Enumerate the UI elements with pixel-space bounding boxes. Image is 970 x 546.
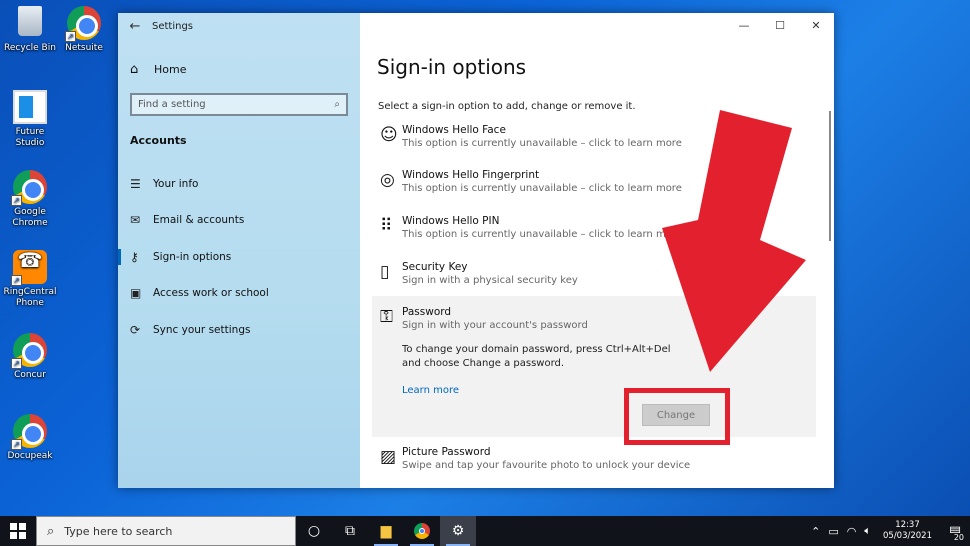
sidebar-item-label: Email & accounts	[153, 214, 245, 226]
search-placeholder: Find a setting	[138, 99, 206, 110]
option-picture-password[interactable]: ▨ Picture Password Swipe and tap your fa…	[372, 445, 816, 473]
taskbar: ⌕ Type here to search ○ ⧉ ▆ ⚙ ⌃ ▭ ◠ 🔈︎ 1…	[0, 516, 970, 546]
option-title: Security Key	[402, 261, 468, 273]
chrome-icon: ↗	[11, 333, 47, 369]
shortcut-arrow-icon: ↗	[11, 439, 22, 450]
task-view-button[interactable]: ⧉	[332, 516, 368, 546]
option-subtitle: Swipe and tap your favourite photo to un…	[402, 460, 691, 471]
desktop-icon-label: Google Chrome	[12, 207, 48, 228]
shortcut-arrow-icon: ↗	[65, 31, 76, 42]
sidebar-item-sign-in-options[interactable]: ⚷ Sign-in options	[118, 247, 360, 267]
gear-icon: ⚙	[451, 523, 465, 539]
key-icon: ⚷	[130, 250, 139, 264]
sidebar-item-label: Your info	[153, 178, 199, 190]
clock-time: 12:37	[895, 520, 920, 530]
desktop-icon-label: Docupeak	[7, 451, 53, 461]
annotation-arrow	[662, 110, 806, 372]
home-nav[interactable]: ⌂ Home	[130, 60, 186, 78]
arrow-shape	[662, 110, 806, 372]
home-label: Home	[154, 62, 187, 76]
battery-icon[interactable]: ▭	[824, 525, 842, 538]
desktop-icon-future-studio[interactable]: Future Studio	[0, 90, 60, 149]
desktop-icon-concur[interactable]: ↗ Concur	[0, 333, 60, 381]
back-arrow-icon[interactable]: ←	[118, 19, 152, 34]
chrome-taskbar-button[interactable]	[404, 516, 440, 546]
title-bar: ← Settings	[118, 13, 360, 39]
desktop-icon-label: Concur	[14, 370, 46, 380]
sync-icon: ⟳	[130, 323, 141, 337]
section-heading: Accounts	[130, 134, 187, 147]
cortana-button[interactable]: ○	[296, 516, 332, 546]
scrollbar[interactable]	[829, 111, 831, 241]
chrome-icon: ↗	[65, 6, 101, 42]
sidebar-item-label: Sign-in options	[153, 251, 232, 263]
taskbar-search-placeholder: Type here to search	[64, 524, 173, 538]
settings-sidebar: ← Settings ⌂ Home Find a setting ⌕ Accou…	[118, 13, 360, 488]
briefcase-icon: ▣	[130, 286, 142, 300]
option-subtitle: Sign in with a physical security key	[402, 275, 578, 286]
smiley-face-icon: ☺	[380, 125, 398, 145]
future-studio-icon	[13, 90, 47, 124]
folder-icon: ▆	[380, 523, 392, 539]
window-controls: — ☐ ✕	[726, 13, 834, 39]
picture-icon: ▨	[380, 447, 397, 467]
network-icon[interactable]: ◠	[843, 525, 861, 538]
sidebar-item-your-info[interactable]: ☰ Your info	[118, 174, 360, 194]
chevron-up-icon[interactable]: ⌃	[807, 525, 824, 538]
desktop-icon-recycle-bin[interactable]: Recycle Bin	[0, 6, 60, 54]
password-key-icon: ⚿	[380, 307, 393, 327]
taskbar-search-box[interactable]: ⌕ Type here to search	[36, 516, 296, 546]
search-icon: ⌕	[47, 523, 55, 539]
desktop-icon-label: Recycle Bin	[4, 43, 56, 53]
search-icon: ⌕	[334, 99, 340, 110]
sidebar-item-sync-settings[interactable]: ⟳ Sync your settings	[118, 320, 360, 340]
volume-icon[interactable]: 🔈︎	[860, 524, 875, 538]
home-icon: ⌂	[130, 61, 139, 77]
person-list-icon: ☰	[130, 177, 141, 191]
desktop-icon-label: Netsuite	[65, 43, 103, 53]
minimize-button[interactable]: —	[726, 13, 762, 39]
chrome-icon: ↗	[11, 170, 47, 206]
chrome-icon	[414, 523, 430, 539]
pin-keypad-icon: ⠿	[380, 216, 393, 236]
mail-icon: ✉	[130, 213, 141, 227]
action-center-button[interactable]: ▤ 20	[940, 524, 970, 542]
shortcut-arrow-icon: ↗	[11, 358, 22, 369]
circle-icon: ○	[307, 523, 321, 539]
desktop-icon-google-chrome[interactable]: ↗ Google Chrome	[0, 170, 60, 229]
clock[interactable]: 12:37 05/03/2021	[875, 520, 940, 542]
task-view-icon: ⧉	[345, 523, 355, 539]
settings-taskbar-button[interactable]: ⚙	[440, 516, 476, 546]
start-button[interactable]	[0, 516, 36, 546]
desktop-icon-label: Future Studio	[15, 127, 45, 148]
desktop-icon-label: RingCentral Phone	[3, 287, 57, 308]
chrome-icon: ↗	[11, 414, 47, 450]
maximize-button[interactable]: ☐	[762, 13, 798, 39]
shortcut-arrow-icon: ↗	[11, 275, 22, 286]
find-setting-input[interactable]: Find a setting ⌕	[130, 93, 348, 116]
close-button[interactable]: ✕	[798, 13, 834, 39]
desktop-icon-ringcentral[interactable]: ↗ RingCentral Phone	[0, 250, 60, 309]
sidebar-item-email-accounts[interactable]: ✉ Email & accounts	[118, 210, 360, 230]
option-title: Picture Password	[402, 446, 491, 458]
sidebar-item-access-work[interactable]: ▣ Access work or school	[118, 283, 360, 303]
phone-icon: ↗	[11, 250, 47, 286]
page-intro: Select a sign-in option to add, change o…	[378, 101, 636, 112]
clock-date: 05/03/2021	[883, 531, 932, 541]
notification-count: 20	[949, 532, 968, 542]
recycle-bin-icon	[13, 6, 47, 40]
file-explorer-button[interactable]: ▆	[368, 516, 404, 546]
fingerprint-icon: ◎	[380, 170, 395, 190]
windows-logo-icon	[10, 523, 26, 539]
page-title: Sign-in options	[377, 55, 527, 79]
usb-key-icon: ▯	[380, 262, 390, 282]
window-title: Settings	[152, 20, 194, 32]
annotation-highlight-box	[624, 388, 730, 445]
shortcut-arrow-icon: ↗	[11, 195, 22, 206]
sidebar-item-label: Access work or school	[153, 287, 269, 299]
desktop-icon-netsuite[interactable]: ↗ Netsuite	[54, 6, 114, 54]
system-tray: ⌃ ▭ ◠ 🔈︎ 12:37 05/03/2021 ▤ 20	[807, 516, 970, 546]
sidebar-item-label: Sync your settings	[153, 324, 251, 336]
desktop-icon-docupeak[interactable]: ↗ Docupeak	[0, 414, 60, 462]
